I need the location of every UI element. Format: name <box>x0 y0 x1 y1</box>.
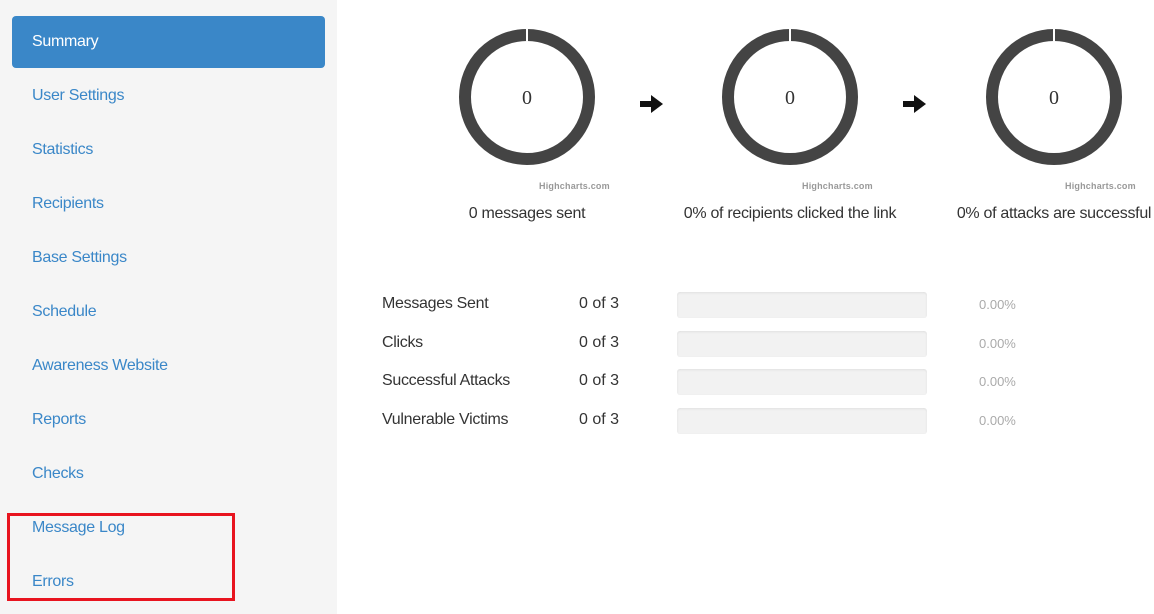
gauge-value: 0 <box>1049 87 1059 109</box>
sidebar-item-reports[interactable]: Reports <box>12 394 325 446</box>
sidebar-item-checks[interactable]: Checks <box>12 448 325 500</box>
sidebar-item-recipients[interactable]: Recipients <box>12 178 325 230</box>
gauge-caption: 0% of recipients clicked the link <box>683 205 897 222</box>
stat-count: 0 of 3 <box>579 411 620 428</box>
stat-count: 0 of 3 <box>579 295 620 312</box>
arrow-right-icon <box>640 95 663 113</box>
sidebar-item-summary[interactable]: Summary <box>12 16 325 68</box>
gauge-caption: 0 messages sent <box>468 205 586 222</box>
stat-label: Messages Sent <box>382 295 489 312</box>
progress-bar <box>677 292 927 318</box>
stat-percent: 0.00% <box>979 336 1016 351</box>
progress-bar <box>677 331 927 357</box>
stat-label: Successful Attacks <box>382 372 510 389</box>
gauge-value: 0 <box>785 87 795 109</box>
stat-row-vulnerable-victims: Vulnerable Victims 0 of 3 0.00% <box>382 408 1082 434</box>
progress-bar <box>677 408 927 434</box>
highcharts-credit[interactable]: Highcharts.com <box>802 181 873 191</box>
stat-count: 0 of 3 <box>579 334 620 351</box>
sidebar-item-base-settings[interactable]: Base Settings <box>12 232 325 284</box>
highcharts-credit[interactable]: Highcharts.com <box>539 181 610 191</box>
sidebar: Summary User Settings Statistics Recipie… <box>0 0 337 614</box>
stat-label: Vulnerable Victims <box>382 411 509 428</box>
stat-percent: 0.00% <box>979 374 1016 389</box>
stat-row-successful-attacks: Successful Attacks 0 of 3 0.00% <box>382 369 1082 395</box>
stat-row-messages-sent: Messages Sent 0 of 3 0.00% <box>382 292 1082 318</box>
stat-percent: 0.00% <box>979 413 1016 428</box>
sidebar-item-statistics[interactable]: Statistics <box>12 124 325 176</box>
sidebar-item-user-settings[interactable]: User Settings <box>12 70 325 122</box>
arrow-right-icon <box>903 95 926 113</box>
sidebar-item-schedule[interactable]: Schedule <box>12 286 325 338</box>
highlight-box <box>7 513 235 601</box>
gauge-caption: 0% of attacks are successful <box>956 205 1152 222</box>
stat-count: 0 of 3 <box>579 372 620 389</box>
highcharts-credit[interactable]: Highcharts.com <box>1065 181 1136 191</box>
sidebar-item-awareness-website[interactable]: Awareness Website <box>12 340 325 392</box>
stat-row-clicks: Clicks 0 of 3 0.00% <box>382 331 1082 357</box>
stat-label: Clicks <box>382 334 423 351</box>
stat-percent: 0.00% <box>979 297 1016 312</box>
progress-bar <box>677 369 927 395</box>
gauge-value: 0 <box>522 87 532 109</box>
